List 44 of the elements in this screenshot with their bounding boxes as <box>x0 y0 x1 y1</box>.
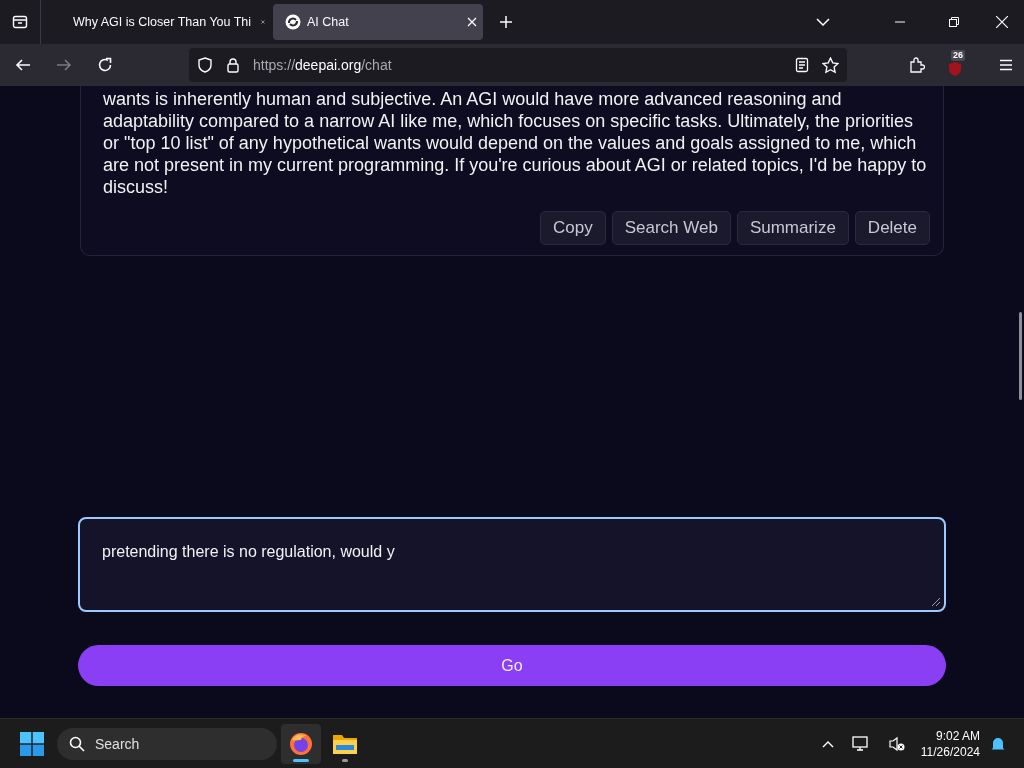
shield-icon[interactable] <box>197 57 213 73</box>
browser-tab[interactable]: AI Chat <box>273 4 483 40</box>
reader-view-icon[interactable] <box>794 57 810 73</box>
message-input[interactable]: pretending there is no regulation, would y <box>78 517 946 612</box>
action-button[interactable]: Search Web <box>611 211 731 245</box>
chat-message: wants is inherently human and subjective. An AGI would have more advanced reasoning and adaptability compared to a narrow AI like me, which focuses on specific tasks. Ultimately, the priorities or "top 10 list" of any hypothetical wants would depend on the values and goals assigned to me, which are not present in my current programming. If you're curious about AGI or related topics, I'd be happy to discuss! <box>103 88 928 198</box>
chevron-up-icon[interactable] <box>821 739 834 748</box>
chevron-down-icon[interactable] <box>816 18 830 26</box>
fox-globe-icon <box>289 731 313 756</box>
new-tab-icon[interactable] <box>499 15 513 29</box>
action-button[interactable]: Delete <box>854 211 930 245</box>
star-icon[interactable] <box>822 56 839 74</box>
clock-time: 9:02 AM <box>935 727 980 744</box>
close-icon[interactable] <box>996 16 1008 28</box>
puzzle-icon[interactable] <box>909 57 925 73</box>
forward-icon[interactable] <box>56 57 72 73</box>
bell-icon[interactable] <box>990 735 1006 752</box>
clock-date: 11/26/2024 <box>920 743 980 760</box>
swirl-logo-icon <box>285 14 301 30</box>
windows-logo-icon[interactable] <box>20 731 44 756</box>
count-badge: 26 <box>951 50 965 61</box>
address-bar[interactable]: https://deepai.org/chat <box>189 48 847 82</box>
back-icon[interactable] <box>15 57 31 73</box>
resize-grip-icon[interactable] <box>931 597 941 607</box>
restore-icon[interactable] <box>949 17 959 27</box>
browser-tab[interactable]: Why AGI is Closer Than You Thi <box>61 4 271 40</box>
folder-icon <box>332 732 358 755</box>
search-field[interactable]: Search <box>57 727 277 760</box>
url-text: https://deepai.org/chat <box>253 57 392 73</box>
extension-button[interactable]: 26 <box>947 50 971 80</box>
go-button[interactable]: Go <box>78 645 946 686</box>
lock-icon[interactable] <box>225 57 241 73</box>
taskbar-app[interactable] <box>281 723 321 764</box>
close-icon[interactable] <box>467 17 477 27</box>
network-icon[interactable] <box>851 735 870 752</box>
muted-speaker-icon[interactable] <box>887 735 906 752</box>
menu-icon[interactable] <box>998 57 1014 73</box>
tab-list-icon[interactable] <box>12 14 28 30</box>
action-button[interactable]: Copy <box>539 211 606 245</box>
shield-icon <box>947 61 963 77</box>
action-button[interactable]: Summarize <box>736 211 849 245</box>
search-icon <box>69 735 85 752</box>
reload-icon[interactable] <box>97 57 113 73</box>
scrollbar-thumb[interactable] <box>1019 312 1022 400</box>
